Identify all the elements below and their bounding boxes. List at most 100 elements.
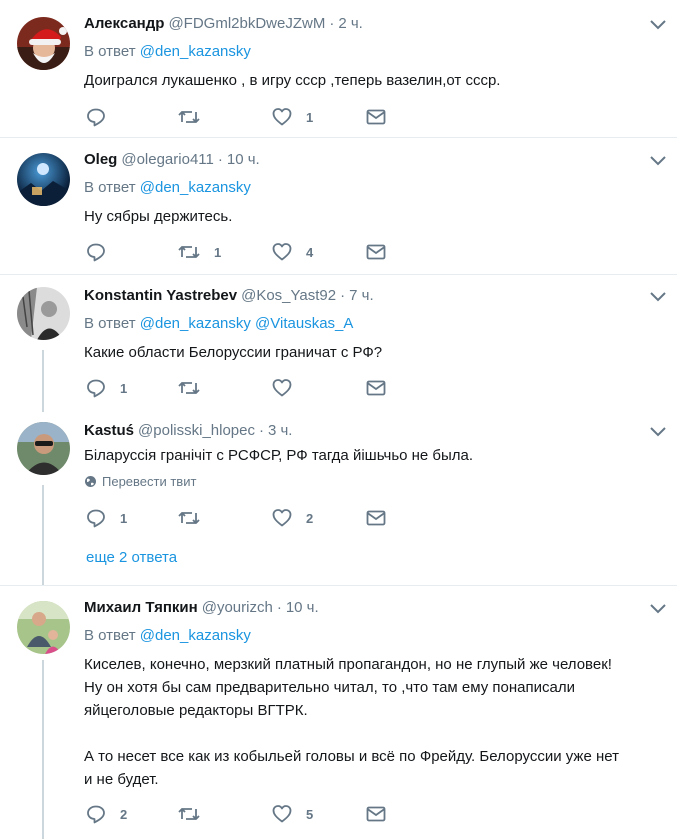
globe-icon	[85, 476, 96, 487]
retweet-icon	[178, 808, 200, 820]
fullname[interactable]: Александр	[84, 15, 164, 32]
username[interactable]: @yourizch	[202, 599, 273, 616]
heart-icon	[272, 509, 292, 527]
like-button[interactable]: 4	[272, 241, 313, 263]
tweet-text-line: Киселев, конечно, мерзкий платный пропаг…	[84, 656, 612, 673]
reply-prefix: В ответ	[84, 43, 136, 60]
mention-link[interactable]: @den_kazansky	[140, 627, 251, 644]
reply-context: В ответ @den_kazansky	[84, 43, 251, 60]
mention-link[interactable]: @den_kazansky	[140, 43, 251, 60]
retweet-button[interactable]: 1	[178, 241, 221, 263]
retweet-icon	[178, 111, 200, 123]
like-button[interactable]: 1	[272, 106, 313, 128]
username[interactable]: @Kos_Yast92	[241, 287, 336, 304]
tweet[interactable]: Kastuś @polisski_hlopec · 3 ч. Біларуссі…	[0, 410, 677, 585]
envelope-icon	[366, 380, 386, 396]
separator-dot: ·	[329, 15, 335, 32]
retweet-icon	[178, 382, 200, 394]
envelope-icon	[366, 806, 386, 822]
mention-link[interactable]: @den_kazansky	[140, 315, 251, 332]
timestamp[interactable]: 2 ч.	[338, 15, 363, 32]
translate-tweet-link[interactable]: Перевести твит	[84, 474, 196, 489]
avatar[interactable]	[17, 153, 70, 206]
chevron-down-icon[interactable]	[649, 19, 667, 31]
direct-message-button[interactable]	[366, 377, 386, 399]
avatar[interactable]	[17, 422, 70, 475]
tweet-header: Михаил Тяпкин @yourizch · 10 ч.	[84, 599, 319, 619]
tweet-text: Доигрался лукашенко , в игру ссср ,тепер…	[84, 69, 669, 92]
tweet-text-line: Ну он хотя бы сам предварительно читал, …	[84, 679, 575, 696]
chevron-down-icon[interactable]	[649, 426, 667, 438]
tweet[interactable]: Konstantin Yastrebev @Kos_Yast92 · 7 ч. …	[0, 275, 677, 410]
like-button[interactable]	[272, 377, 306, 399]
tweet-header: Александр @FDGml2bkDweJZwM · 2 ч.	[84, 15, 363, 35]
separator-dot: ·	[217, 151, 223, 168]
fullname[interactable]: Михаил Тяпкин	[84, 599, 198, 616]
heart-icon	[272, 108, 292, 126]
timestamp[interactable]: 10 ч.	[227, 151, 260, 168]
chevron-down-icon[interactable]	[649, 291, 667, 303]
like-count: 1	[306, 109, 314, 125]
like-count: 2	[306, 510, 314, 526]
fullname[interactable]: Konstantin Yastrebev	[84, 287, 237, 304]
username[interactable]: @FDGml2bkDweJZwM	[168, 15, 325, 32]
direct-message-button[interactable]	[366, 803, 386, 825]
avatar[interactable]	[17, 17, 70, 70]
tweet-actions: 1	[86, 377, 406, 399]
tweet[interactable]: Михаил Тяпкин @yourizch · 10 ч. В ответ …	[0, 586, 677, 839]
reply-context: В ответ @den_kazansky	[84, 179, 251, 196]
tweet-text-line: яйцеголовые редакторы ВГТРК.	[84, 702, 308, 719]
fullname[interactable]: Oleg	[84, 151, 117, 168]
mention-link[interactable]: @Vitauskas_A	[255, 315, 353, 332]
reply-icon	[87, 379, 105, 398]
like-button[interactable]: 5	[272, 803, 313, 825]
reply-count: 2	[120, 806, 128, 822]
avatar[interactable]	[17, 601, 70, 654]
tweet-actions: 2 5	[86, 803, 406, 825]
tweet-text: Киселев, конечно, мерзкий платный пропаг…	[84, 653, 669, 791]
retweet-button[interactable]	[178, 106, 214, 128]
tweet[interactable]: Александр @FDGml2bkDweJZwM · 2 ч. В отве…	[0, 0, 677, 137]
reply-icon	[87, 243, 105, 262]
retweet-button[interactable]	[178, 377, 214, 399]
avatar[interactable]	[17, 287, 70, 340]
chevron-down-icon[interactable]	[649, 603, 667, 615]
reply-button[interactable]: 1	[86, 507, 127, 529]
direct-message-button[interactable]	[366, 241, 386, 263]
retweet-button[interactable]	[178, 507, 214, 529]
timestamp[interactable]: 3 ч.	[268, 422, 293, 439]
direct-message-button[interactable]	[366, 106, 386, 128]
tweet-text-line: Ну сябры держитесь.	[84, 208, 233, 225]
tweet-text-line	[84, 722, 669, 745]
tweet-text: Какие области Белоруссии граничат с РФ?	[84, 341, 669, 364]
tweet-text: Ну сябры держитесь.	[84, 205, 669, 228]
chevron-down-icon[interactable]	[649, 155, 667, 167]
retweet-button[interactable]	[178, 803, 214, 825]
tweet[interactable]: Oleg @olegario411 · 10 ч. В ответ @den_k…	[0, 138, 677, 274]
separator-dot: ·	[276, 599, 282, 616]
username[interactable]: @olegario411	[121, 151, 214, 168]
retweet-icon	[178, 512, 200, 524]
reply-prefix: В ответ	[84, 627, 136, 644]
tweet-text: Біларуссія гранічіт с РСФСР, РФ тагда йі…	[84, 444, 669, 467]
separator-dot: ·	[258, 422, 264, 439]
timestamp[interactable]: 10 ч.	[286, 599, 319, 616]
like-button[interactable]: 2	[272, 507, 313, 529]
separator-dot: ·	[340, 287, 346, 304]
show-more-replies-link[interactable]: еще 2 ответа	[86, 549, 177, 566]
reply-context: В ответ @den_kazansky	[84, 627, 251, 644]
tweet-header: Oleg @olegario411 · 10 ч.	[84, 151, 260, 171]
reply-button[interactable]: 1	[86, 377, 127, 399]
username[interactable]: @polisski_hlopec	[138, 422, 255, 439]
reply-button[interactable]	[86, 106, 120, 128]
heart-icon	[272, 243, 292, 261]
like-count: 4	[306, 244, 314, 260]
tweet-text-line: Какие области Белоруссии граничат с РФ?	[84, 344, 383, 361]
envelope-icon	[366, 109, 386, 125]
fullname[interactable]: Kastuś	[84, 422, 134, 439]
reply-button[interactable]	[86, 241, 120, 263]
direct-message-button[interactable]	[366, 507, 386, 529]
reply-button[interactable]: 2	[86, 803, 127, 825]
mention-link[interactable]: @den_kazansky	[140, 179, 251, 196]
timestamp[interactable]: 7 ч.	[349, 287, 374, 304]
